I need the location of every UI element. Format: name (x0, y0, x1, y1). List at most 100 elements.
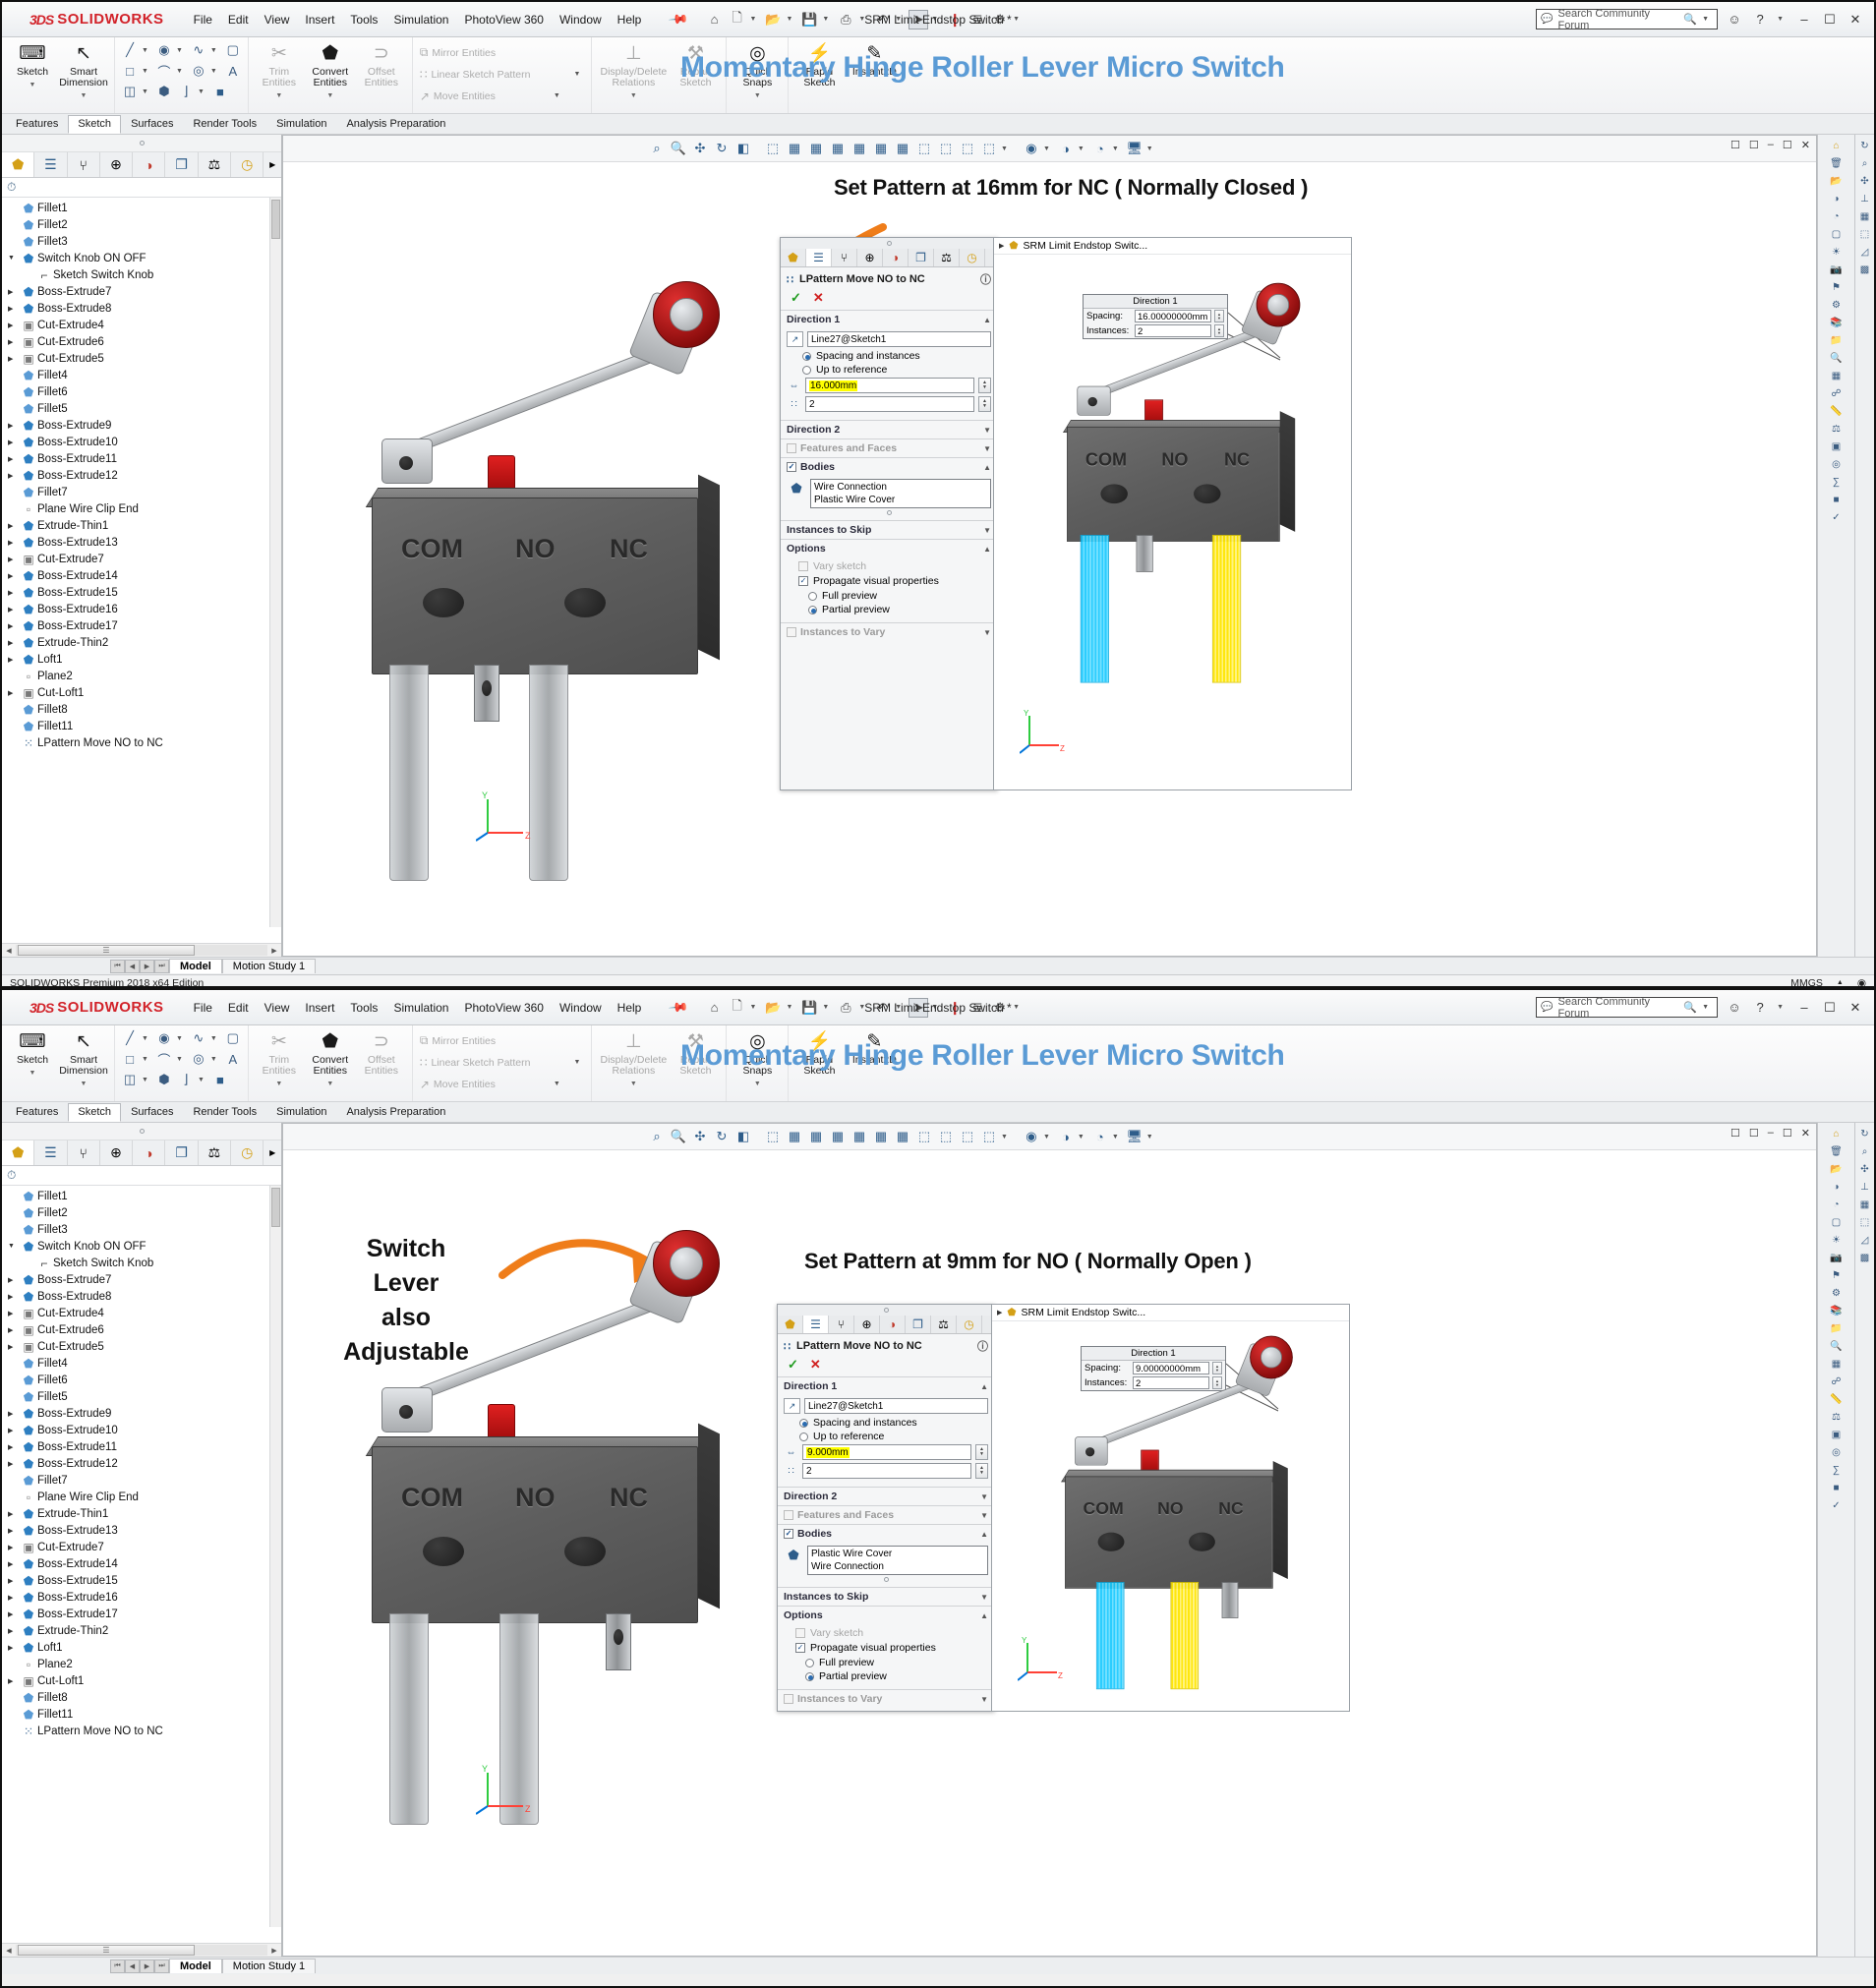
instances-to-vary-checkbox-top[interactable] (787, 627, 796, 637)
feature-tree-item[interactable]: ▶ ▣ Cut-Extrude4 (2, 317, 281, 333)
chevron-up-icon[interactable]: ▲ (980, 1530, 988, 1539)
chevron-down-icon[interactable]: ▼ (58, 1079, 109, 1089)
top-view-icon[interactable]: ▦ (871, 139, 891, 158)
render-manager-tab[interactable]: ❐ (906, 1316, 931, 1333)
print-icon[interactable]: ⎙ (836, 998, 855, 1018)
dialog-grip-top[interactable] (781, 238, 997, 249)
feature-tree-item[interactable]: ⬟ Fillet2 (2, 216, 281, 233)
feature-tree-item[interactable]: ▶ ⬟ Boss-Extrude8 (2, 300, 281, 317)
shadow-icon[interactable]: ▩ (1856, 1250, 1873, 1266)
section-options-header-bottom[interactable]: Options ▲ (778, 1606, 994, 1624)
trimetric-view-icon[interactable]: ⬚ (936, 1127, 956, 1146)
mirror-entities-button[interactable]: ⧉ Mirror Entities (418, 1031, 587, 1050)
view-orientation-icon[interactable]: ⬚ (763, 139, 783, 158)
spacing-input-top[interactable]: 16.000mm (805, 378, 974, 393)
command-manager-tabs-bottom[interactable]: Features Sketch Surfaces Render Tools Si… (2, 1102, 1874, 1123)
render-manager-tab[interactable]: ❐ (165, 152, 199, 177)
option-full-preview-top[interactable]: Full preview (808, 590, 991, 602)
dialog-action-row-bottom[interactable]: ✓ ✕ (778, 1356, 994, 1376)
tab-model-top[interactable]: Model (169, 959, 222, 973)
feature-tree-item[interactable]: ⁙ LPattern Move NO to NC (2, 734, 281, 751)
feature-tree-item[interactable]: ▶ ▣ Cut-Extrude7 (2, 1539, 281, 1555)
chevron-right-icon[interactable]: ▶ (8, 355, 20, 363)
instances-stepper-bottom[interactable]: ▲ ▼ (975, 1463, 988, 1479)
feature-tree-item[interactable]: ▫ Plane Wire Clip End (2, 500, 281, 517)
chevron-down-icon[interactable]: ▼ (305, 90, 356, 101)
section-instances-to-vary-top[interactable]: Instances to Vary ▼ (781, 622, 997, 641)
resize-grip-top[interactable] (787, 508, 991, 515)
menu-item-view[interactable]: View (264, 13, 290, 27)
chevron-down-icon[interactable]: ▼ (1702, 1004, 1709, 1011)
feature-tree-item[interactable]: ⬟ Fillet7 (2, 1472, 281, 1489)
polygon-icon[interactable]: ⬢ (154, 82, 174, 101)
material-icon[interactable]: ■ (1828, 492, 1845, 508)
tab-sketch[interactable]: Sketch (68, 1103, 122, 1122)
circle-icon[interactable]: ◉ (154, 1028, 174, 1048)
radio-spacing-and-instances-top[interactable]: Spacing and instances (802, 350, 991, 362)
chevron-right-icon[interactable]: ▶ (8, 1610, 20, 1618)
chevron-up-icon[interactable]: ▲ (983, 545, 991, 554)
sensor-icon[interactable]: ◎ (1828, 456, 1845, 473)
micro-switch-model-top[interactable]: COM NO NC (365, 273, 824, 881)
chevron-right-icon[interactable]: ▶ (997, 1309, 1002, 1316)
bodies-selection-box-bottom[interactable]: ⬟ Plastic Wire Cover Wire Connection (784, 1546, 988, 1575)
section-instances-to-skip-top[interactable]: Instances to Skip ▼ (781, 520, 997, 539)
chevron-right-icon[interactable]: ▶ (8, 539, 20, 547)
trim-entities-button[interactable]: ✂ Trim Entities ▼ (254, 1028, 305, 1089)
search-icon[interactable]: 🔍 (1683, 1001, 1697, 1014)
lights-icon[interactable]: ☀ (1828, 244, 1845, 261)
features-faces-checkbox-bottom[interactable] (784, 1510, 793, 1520)
measure-icon[interactable]: 📏 (1828, 1391, 1845, 1408)
feature-tree-item[interactable]: ▶ ⬟ Boss-Extrude15 (2, 584, 281, 601)
feature-tree-item[interactable]: ⬟ Fillet11 (2, 1706, 281, 1723)
equations-icon[interactable]: ∑ (1828, 1462, 1845, 1479)
chevron-down-icon[interactable]: ▼ (7, 1068, 58, 1079)
feature-tree-item[interactable]: ▶ ▣ Cut-Extrude4 (2, 1305, 281, 1321)
document-window-controls-top[interactable]: ☐ ☐ – ☐ ✕ (1730, 139, 1810, 151)
tab-simulation[interactable]: Simulation (266, 115, 336, 134)
sketch-button[interactable]: ⌨ Sketch ▼ (7, 1028, 58, 1079)
left-view-icon[interactable]: ▦ (828, 1127, 848, 1146)
chevron-down-icon[interactable]: ▼ (1777, 1004, 1784, 1011)
feature-tree-item[interactable]: ▶ ⬟ Boss-Extrude15 (2, 1572, 281, 1589)
bodies-selection-box-top[interactable]: ⬟ Wire Connection Plastic Wire Cover (787, 479, 991, 508)
instances-field-top[interactable]: ∷ 2 ▲ ▼ (787, 396, 991, 412)
chevron-right-icon[interactable]: ▶ (8, 1560, 20, 1568)
iso-view-icon[interactable]: ⬚ (914, 1127, 934, 1146)
property-manager-dialog-top[interactable]: ⬟ ☰ ⑂ ⊕ ◑ ❐ ⚖ ◷ ∷ LPattern Move NO to NC… (780, 237, 998, 790)
units-indicator-top[interactable]: MMGS (1790, 977, 1823, 987)
instances-field-bottom[interactable]: ∷ 2 ▲ ▼ (784, 1463, 988, 1479)
property-manager-tab[interactable]: ☰ (34, 152, 68, 177)
spline-icon[interactable]: ∿ (189, 1028, 208, 1048)
section-features-and-faces-bottom[interactable]: Features and Faces ▼ (778, 1505, 994, 1524)
linear-sketch-pattern-button[interactable]: ∷ Linear Sketch Pattern ▼ (418, 65, 587, 84)
feature-tree-filter[interactable]: ⏱ (2, 178, 281, 198)
section-properties-icon[interactable]: ▣ (1828, 1427, 1845, 1443)
menu-item-window[interactable]: Window (559, 13, 602, 27)
view-toolbar-bottom[interactable]: ⌕ 🔍 ✣ ↻ ◧ ⬚ ▦ ▦ ▦ ▦ ▦ ▦ ⬚ ⬚ ⬚ ⬚ ▼ ◉ ▼ ◑ ▼ (283, 1124, 1816, 1150)
zoom-to-fit-icon[interactable]: ⌕ (647, 1127, 667, 1146)
pan-icon[interactable]: ✣ (1856, 1161, 1873, 1178)
circle-icon[interactable]: ◉ (154, 40, 174, 60)
cancel-button[interactable]: ✕ (810, 1357, 821, 1373)
radio-spacing-and-instances-bottom[interactable]: Spacing and instances (799, 1417, 988, 1429)
feature-tree-item[interactable]: ▶ ⬟ Boss-Extrude9 (2, 417, 281, 434)
zoom-icon[interactable]: ⌕ (1856, 155, 1873, 172)
feature-tree-item[interactable]: ▶ ⬟ Boss-Extrude17 (2, 1606, 281, 1622)
scroll-right-icon[interactable]: ▶ (267, 1947, 281, 1955)
next-tab-button[interactable]: ▶ (140, 1959, 154, 1973)
feature-tree-item[interactable]: ▶ ⬟ Boss-Extrude12 (2, 1455, 281, 1472)
chevron-right-icon[interactable]: ▶ (8, 305, 20, 313)
material-icon[interactable]: ■ (1828, 1480, 1845, 1496)
slot-icon[interactable]: ◫ (120, 1070, 140, 1089)
ellipse-icon[interactable]: ◎ (189, 1049, 208, 1069)
maximize-button[interactable]: ☐ (1821, 1000, 1839, 1016)
resize-grip-bottom[interactable] (784, 1575, 988, 1582)
chevron-right-icon[interactable]: ▶ (999, 242, 1004, 250)
walkthrough-icon[interactable]: ⚑ (1828, 1267, 1845, 1284)
feature-tree-item[interactable]: ⬟ Fillet3 (2, 1221, 281, 1238)
tree-vertical-scrollbar-top[interactable] (269, 198, 281, 927)
feature-tree-item[interactable]: ▶ ▣ Cut-Extrude5 (2, 350, 281, 367)
ellipse-icon[interactable]: ◎ (189, 61, 208, 81)
menu-item-window[interactable]: Window (559, 1001, 602, 1015)
